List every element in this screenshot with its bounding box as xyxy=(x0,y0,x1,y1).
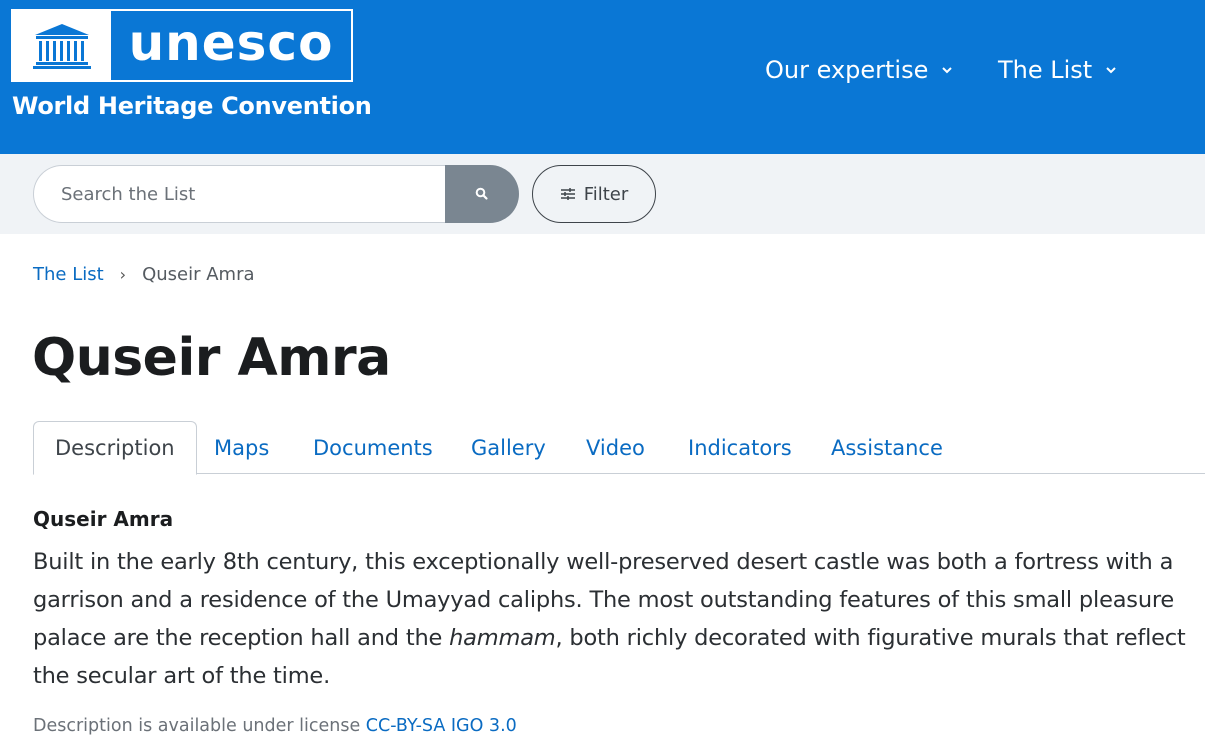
search-button[interactable] xyxy=(445,165,519,223)
description-italic-term: hammam xyxy=(449,625,556,651)
page-title: Quseir Amra xyxy=(32,328,391,388)
search-bar: Filter xyxy=(0,154,1205,234)
tab-gallery[interactable]: Gallery xyxy=(471,421,546,474)
filter-label: Filter xyxy=(583,183,629,205)
breadcrumb-current: Quseir Amra xyxy=(142,264,255,285)
nav-the-list[interactable]: The List xyxy=(998,56,1118,84)
unesco-wordmark: unesco xyxy=(128,13,334,72)
tab-documents[interactable]: Documents xyxy=(313,421,433,474)
license-link[interactable]: CC-BY-SA IGO 3.0 xyxy=(366,716,517,736)
sliders-icon xyxy=(560,188,575,200)
nav-label: The List xyxy=(998,56,1093,84)
chevron-down-icon xyxy=(942,67,953,74)
nav-label: Our expertise xyxy=(765,56,929,84)
site-subtitle[interactable]: World Heritage Convention xyxy=(12,92,372,120)
tab-video[interactable]: Video xyxy=(586,421,645,474)
filter-button[interactable]: Filter xyxy=(532,165,656,223)
tab-indicators[interactable]: Indicators xyxy=(688,421,792,474)
tab-description[interactable]: Description xyxy=(33,421,197,475)
unesco-logo[interactable]: unesco xyxy=(11,9,353,82)
search-icon xyxy=(475,187,488,200)
tab-assistance[interactable]: Assistance xyxy=(831,421,943,474)
breadcrumb-link-the-list[interactable]: The List xyxy=(33,264,104,285)
nav-our-expertise[interactable]: Our expertise xyxy=(765,56,954,84)
section-title: Quseir Amra xyxy=(33,507,174,531)
site-description: Built in the early 8th century, this exc… xyxy=(33,543,1193,695)
tab-bar: Description Maps Documents Gallery Video… xyxy=(33,421,1205,475)
breadcrumb: The List › Quseir Amra xyxy=(33,264,255,285)
unesco-temple-emblem-icon xyxy=(13,11,111,80)
search-input[interactable] xyxy=(33,165,449,223)
site-header: unesco World Heritage Convention Our exp… xyxy=(0,0,1205,154)
license-note: Description is available under license C… xyxy=(33,716,517,736)
chevron-down-icon xyxy=(1106,67,1116,74)
tab-maps[interactable]: Maps xyxy=(214,421,269,474)
license-prefix: Description is available under license xyxy=(33,716,366,736)
breadcrumb-separator-icon: › xyxy=(119,265,127,284)
